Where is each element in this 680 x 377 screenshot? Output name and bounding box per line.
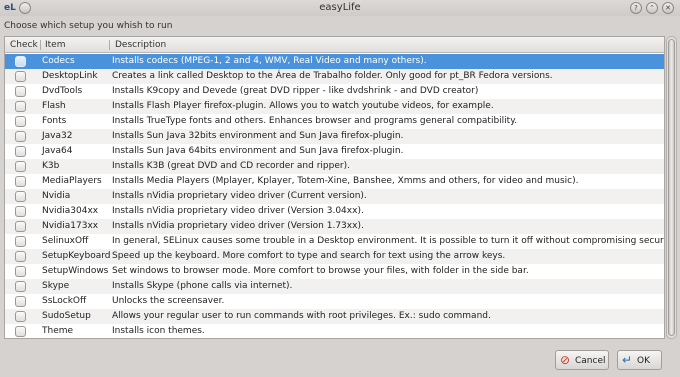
row-description: Allows your regular user to run commands… — [112, 311, 491, 321]
row-description: Installs nVidia proprietary video driver… — [112, 206, 364, 216]
row-item-name: DvdTools — [42, 86, 83, 96]
setup-table: Check Item Description Codecs Installs co… — [4, 36, 665, 339]
table-row[interactable]: Flash Installs Flash Player firefox-plugi… — [5, 99, 664, 114]
table-row[interactable]: K3b Installs K3B (great DVD and CD record… — [5, 159, 664, 174]
row-item-name: K3b — [42, 161, 60, 171]
row-description: Installs K3B (great DVD and CD recorder … — [112, 161, 350, 171]
row-checkbox[interactable] — [15, 116, 26, 127]
table-row[interactable]: Nvidia304xx Installs nVidia proprietary v… — [5, 204, 664, 219]
row-description: Speed up the keyboard. More comfort to t… — [112, 251, 506, 261]
cancel-icon: ⊘ — [560, 353, 571, 367]
minimize-icon[interactable]: ⌃ — [646, 2, 658, 14]
row-item-name: SetupWindows — [42, 266, 109, 276]
table-row[interactable]: Nvidia Installs nVidia proprietary video … — [5, 189, 664, 204]
row-item-name: MediaPlayers — [42, 176, 102, 186]
row-description: Installs icon themes. — [112, 326, 205, 336]
row-description: Set windows to browser mode. More comfor… — [112, 266, 529, 276]
ok-button-label: OK — [637, 356, 650, 366]
table-row[interactable]: SetupWindows Set windows to browser mode.… — [5, 264, 664, 279]
row-checkbox[interactable] — [15, 176, 26, 187]
table-row[interactable]: SetupKeyboard Speed up the keyboard. More… — [5, 249, 664, 264]
row-item-name: Nvidia173xx — [42, 221, 99, 231]
row-description: Installs Flash Player firefox-plugin. Al… — [112, 101, 494, 111]
ok-button[interactable]: ↵ OK — [617, 350, 662, 370]
row-checkbox[interactable] — [15, 266, 26, 277]
column-header-description[interactable]: Description — [115, 37, 166, 53]
scrollbar-thumb[interactable] — [668, 39, 675, 336]
help-icon[interactable]: ? — [630, 2, 642, 14]
row-checkbox[interactable] — [15, 221, 26, 232]
row-description: Installs Skype (phone calls via internet… — [112, 281, 293, 291]
table-row[interactable]: Skype Installs Skype (phone calls via int… — [5, 279, 664, 294]
row-checkbox[interactable] — [15, 101, 26, 112]
row-checkbox[interactable] — [15, 281, 26, 292]
table-row[interactable]: Fonts Installs TrueType fonts and others.… — [5, 114, 664, 129]
row-item-name: SetupKeyboard — [42, 251, 111, 261]
table-row[interactable]: SelinuxOff In general, SELinux causes som… — [5, 234, 665, 249]
column-divider[interactable] — [40, 40, 41, 50]
row-item-name: Java32 — [42, 131, 73, 141]
table-row[interactable]: Codecs Installs codecs (MPEG-1, 2 and 4, … — [5, 54, 664, 69]
table-row[interactable]: MediaPlayers Installs Media Players (Mpla… — [5, 174, 664, 189]
table-header: Check Item Description — [5, 37, 664, 53]
table-row[interactable]: SudoSetup Allows your regular user to run… — [5, 309, 664, 324]
row-checkbox[interactable] — [15, 161, 26, 172]
row-description: Installs TrueType fonts and others. Enha… — [112, 116, 518, 126]
cancel-button[interactable]: ⊘ Cancel — [555, 350, 609, 370]
window-title: easyLife — [319, 2, 361, 13]
row-description: Installs nVidia proprietary video driver… — [112, 191, 367, 201]
table-row[interactable]: Nvidia173xx Installs nVidia proprietary v… — [5, 219, 664, 234]
row-item-name: SsLockOff — [42, 296, 87, 306]
row-checkbox[interactable] — [15, 131, 26, 142]
row-item-name: SelinuxOff — [42, 236, 89, 246]
row-description: Installs K9copy and Devede (great DVD ri… — [112, 86, 479, 96]
row-description: Installs codecs (MPEG-1, 2 and 4, WMV, R… — [112, 56, 427, 66]
row-checkbox[interactable] — [15, 296, 26, 307]
vertical-scrollbar[interactable] — [666, 36, 677, 339]
row-checkbox[interactable] — [15, 146, 26, 157]
table-row[interactable]: Java32 Installs Sun Java 32bits environme… — [5, 129, 664, 144]
table-body: Codecs Installs codecs (MPEG-1, 2 and 4, … — [5, 54, 665, 338]
ok-check-icon: ↵ — [622, 353, 633, 367]
close-icon[interactable]: ✕ — [662, 2, 674, 14]
row-description: In general, SELinux causes some trouble … — [112, 236, 665, 246]
row-checkbox[interactable] — [15, 71, 26, 82]
row-description: Installs Sun Java 64bits environment and… — [112, 146, 404, 156]
table-row[interactable]: DesktopLink Creates a link called Desktop… — [5, 69, 664, 84]
instruction-label: Choose which setup you whish to run — [4, 21, 173, 31]
row-description: Installs Sun Java 32bits environment and… — [112, 131, 404, 141]
row-item-name: Skype — [42, 281, 70, 291]
row-item-name: Flash — [42, 101, 66, 111]
row-item-name: Nvidia — [42, 191, 71, 201]
row-checkbox[interactable] — [15, 191, 26, 202]
row-checkbox[interactable] — [15, 56, 26, 67]
table-row[interactable]: Java64 Installs Sun Java 64bits environme… — [5, 144, 664, 159]
row-item-name: Codecs — [42, 56, 75, 66]
column-header-check[interactable]: Check — [10, 37, 38, 53]
row-checkbox[interactable] — [15, 311, 26, 322]
row-checkbox[interactable] — [15, 326, 26, 337]
row-description: Unlocks the screensaver. — [112, 296, 225, 306]
row-checkbox[interactable] — [15, 236, 26, 247]
cancel-button-label: Cancel — [575, 356, 606, 366]
table-row[interactable]: DvdTools Installs K9copy and Devede (grea… — [5, 84, 664, 99]
row-description: Installs Media Players (Mplayer, Kplayer… — [112, 176, 579, 186]
row-item-name: SudoSetup — [42, 311, 91, 321]
row-item-name: Java64 — [42, 146, 73, 156]
row-description: Installs nVidia proprietary video driver… — [112, 221, 364, 231]
row-checkbox[interactable] — [15, 206, 26, 217]
row-item-name: DesktopLink — [42, 71, 98, 81]
row-checkbox[interactable] — [15, 86, 26, 97]
row-description: Creates a link called Desktop to the Áre… — [112, 71, 553, 81]
column-divider[interactable] — [109, 40, 110, 50]
row-item-name: Theme — [42, 326, 74, 336]
row-item-name: Fonts — [42, 116, 67, 126]
title-bar[interactable]: eL easyLife ? ⌃ ✕ — [0, 0, 680, 16]
row-checkbox[interactable] — [15, 251, 26, 262]
table-row[interactable]: Theme Installs icon themes. — [5, 324, 664, 338]
row-item-name: Nvidia304xx — [42, 206, 99, 216]
column-header-item[interactable]: Item — [45, 37, 66, 53]
table-row[interactable]: SsLockOff Unlocks the screensaver. — [5, 294, 664, 309]
